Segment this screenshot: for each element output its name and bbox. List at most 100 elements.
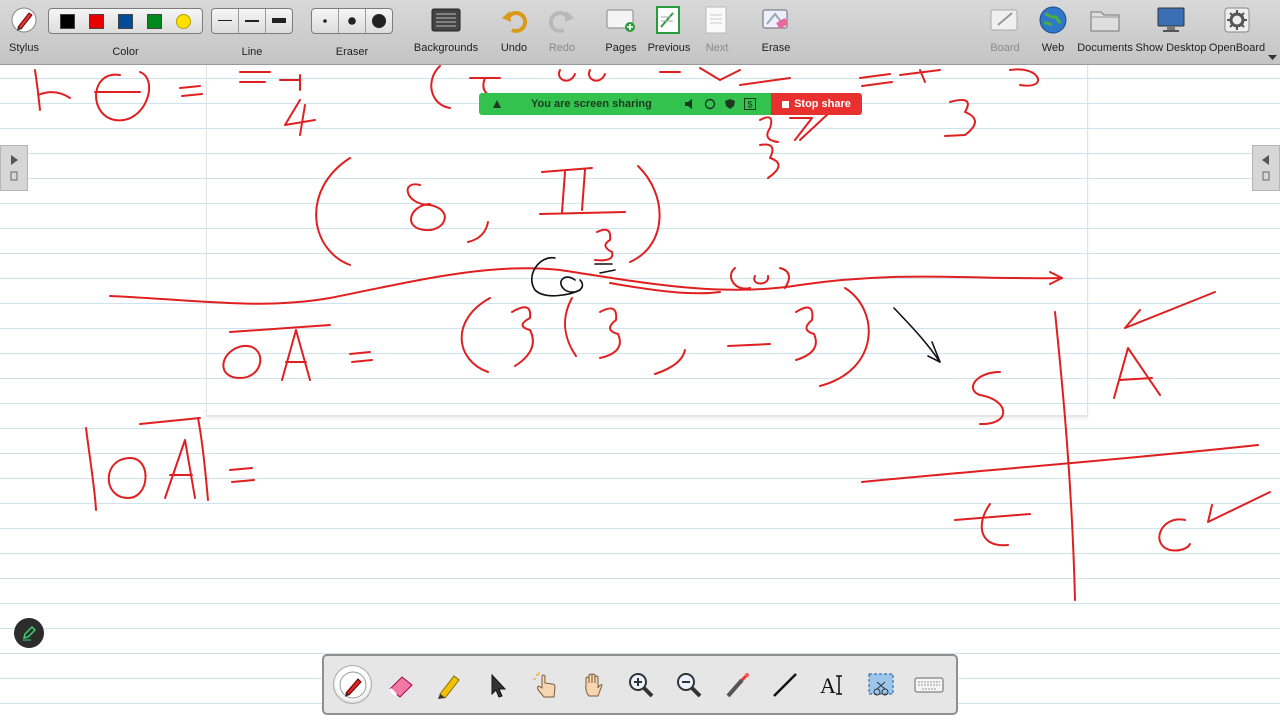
- keyboard-icon: [914, 677, 943, 692]
- line-thick-option[interactable]: [266, 9, 292, 33]
- previous-button[interactable]: Previous: [647, 0, 691, 64]
- stop-share-button[interactable]: Stop share: [771, 93, 862, 115]
- hand-tool-button[interactable]: [574, 666, 611, 703]
- capture-icon: [868, 673, 893, 695]
- add-page-icon: [606, 0, 636, 40]
- folder-icon: [1090, 0, 1120, 40]
- chevron-down-icon[interactable]: [1268, 48, 1277, 66]
- color-swatch-3[interactable]: [118, 13, 133, 29]
- color-swatch-4[interactable]: [147, 13, 162, 29]
- eraser-group: Eraser: [311, 0, 393, 64]
- laser-pointer-icon: [725, 672, 749, 697]
- hand-icon: [584, 673, 603, 696]
- floating-pen-button[interactable]: [14, 618, 44, 648]
- pencil-icon: [22, 625, 37, 641]
- previous-label: Previous: [647, 42, 691, 54]
- redo-button[interactable]: Redo: [545, 0, 579, 64]
- web-label: Web: [1041, 42, 1065, 54]
- web-button[interactable]: Web: [1037, 0, 1069, 64]
- line-thin-option[interactable]: [212, 9, 239, 33]
- board-label: Board: [990, 42, 1020, 54]
- openboard-menu-button[interactable]: OpenBoard: [1208, 0, 1266, 64]
- screen-share-message: You are screen sharing: [531, 98, 652, 110]
- line-width-selector: [211, 8, 293, 34]
- color-swatch-5[interactable]: [176, 13, 191, 29]
- globe-icon: [1038, 0, 1068, 40]
- zoom-in-tool-button[interactable]: [622, 666, 659, 703]
- color-swatch-1[interactable]: [60, 13, 75, 29]
- show-desktop-button[interactable]: Show Desktop: [1135, 0, 1207, 64]
- handwriting-layer: [34, 65, 1271, 601]
- undo-icon: [500, 0, 528, 40]
- line-label: Line: [241, 46, 263, 58]
- pages-button[interactable]: Pages: [603, 0, 639, 64]
- shield-icon[interactable]: [724, 98, 736, 110]
- documents-button[interactable]: Documents: [1077, 0, 1133, 64]
- undo-button[interactable]: Undo: [497, 0, 531, 64]
- show-desktop-label: Show Desktop: [1135, 42, 1207, 54]
- select-tool-button[interactable]: [478, 666, 515, 703]
- cursor-arrow-icon: [491, 673, 506, 698]
- keyboard-tool-button[interactable]: [910, 666, 947, 703]
- board-button[interactable]: Board: [988, 0, 1022, 64]
- color-palette: [48, 8, 203, 34]
- eraser-icon: [388, 675, 413, 698]
- zoom-out-tool-button[interactable]: [670, 666, 707, 703]
- next-button[interactable]: Next: [701, 0, 733, 64]
- svg-text:$: $: [747, 100, 752, 110]
- stylus-button[interactable]: Stylus: [4, 0, 44, 64]
- next-page-icon: [704, 0, 730, 40]
- pages-label: Pages: [605, 42, 637, 54]
- eraser-small-option[interactable]: [312, 9, 339, 33]
- line-icon: [772, 672, 797, 697]
- interact-tool-button[interactable]: [526, 666, 563, 703]
- screen-share-status[interactable]: You are screen sharing $: [479, 93, 771, 115]
- undo-label: Undo: [500, 42, 528, 54]
- pen-icon: [339, 671, 366, 698]
- tool-dock: A: [322, 654, 958, 715]
- previous-page-icon: [655, 0, 683, 40]
- line-group: Line: [211, 0, 293, 64]
- color-group: Color: [48, 0, 203, 64]
- laser-pointer-tool-button[interactable]: [718, 666, 755, 703]
- eraser-label: Eraser: [335, 46, 369, 58]
- dollar-icon[interactable]: $: [744, 98, 756, 110]
- pen-tool-button[interactable]: [334, 666, 371, 703]
- line-tool-button[interactable]: [766, 666, 803, 703]
- erase-annotations-icon: [761, 0, 791, 40]
- drag-handle-icon[interactable]: [491, 98, 503, 110]
- line-medium-option[interactable]: [239, 9, 266, 33]
- color-label: Color: [112, 46, 139, 58]
- zoom-out-icon: [676, 672, 701, 697]
- text-tool-button[interactable]: A: [814, 666, 851, 703]
- eraser-medium-option[interactable]: [339, 9, 366, 33]
- eraser-size-selector: [311, 8, 393, 34]
- stylus-icon: [9, 0, 39, 40]
- capture-tool-button[interactable]: [862, 666, 899, 703]
- documents-label: Documents: [1077, 42, 1133, 54]
- highlighter-tool-button[interactable]: [430, 666, 467, 703]
- redo-icon: [548, 0, 576, 40]
- hand-pointer-icon: [532, 671, 556, 697]
- backgrounds-button[interactable]: Backgrounds: [414, 0, 478, 64]
- eraser-tool-button[interactable]: [382, 666, 419, 703]
- backgrounds-icon: [431, 0, 461, 40]
- color-swatch-2[interactable]: [89, 13, 104, 29]
- record-icon[interactable]: [704, 98, 716, 110]
- text-icon: A: [820, 673, 842, 698]
- openboard-label: OpenBoard: [1208, 42, 1266, 54]
- speaker-icon[interactable]: [684, 98, 696, 110]
- gear-icon: [1222, 0, 1252, 40]
- erase-label: Erase: [761, 42, 791, 54]
- board-icon: [990, 0, 1020, 40]
- main-toolbar: Stylus Color Line Eraser Backgrounds Und…: [0, 0, 1280, 65]
- screen-share-banner: You are screen sharing $ Stop share: [479, 93, 862, 115]
- next-label: Next: [705, 42, 729, 54]
- whiteboard-canvas[interactable]: [0, 65, 1280, 720]
- erase-button[interactable]: Erase: [758, 0, 794, 64]
- svg-text:A: A: [820, 673, 836, 698]
- eraser-large-option[interactable]: [366, 9, 392, 33]
- zoom-in-icon: [628, 672, 653, 697]
- backgrounds-label: Backgrounds: [413, 42, 479, 54]
- redo-label: Redo: [548, 42, 576, 54]
